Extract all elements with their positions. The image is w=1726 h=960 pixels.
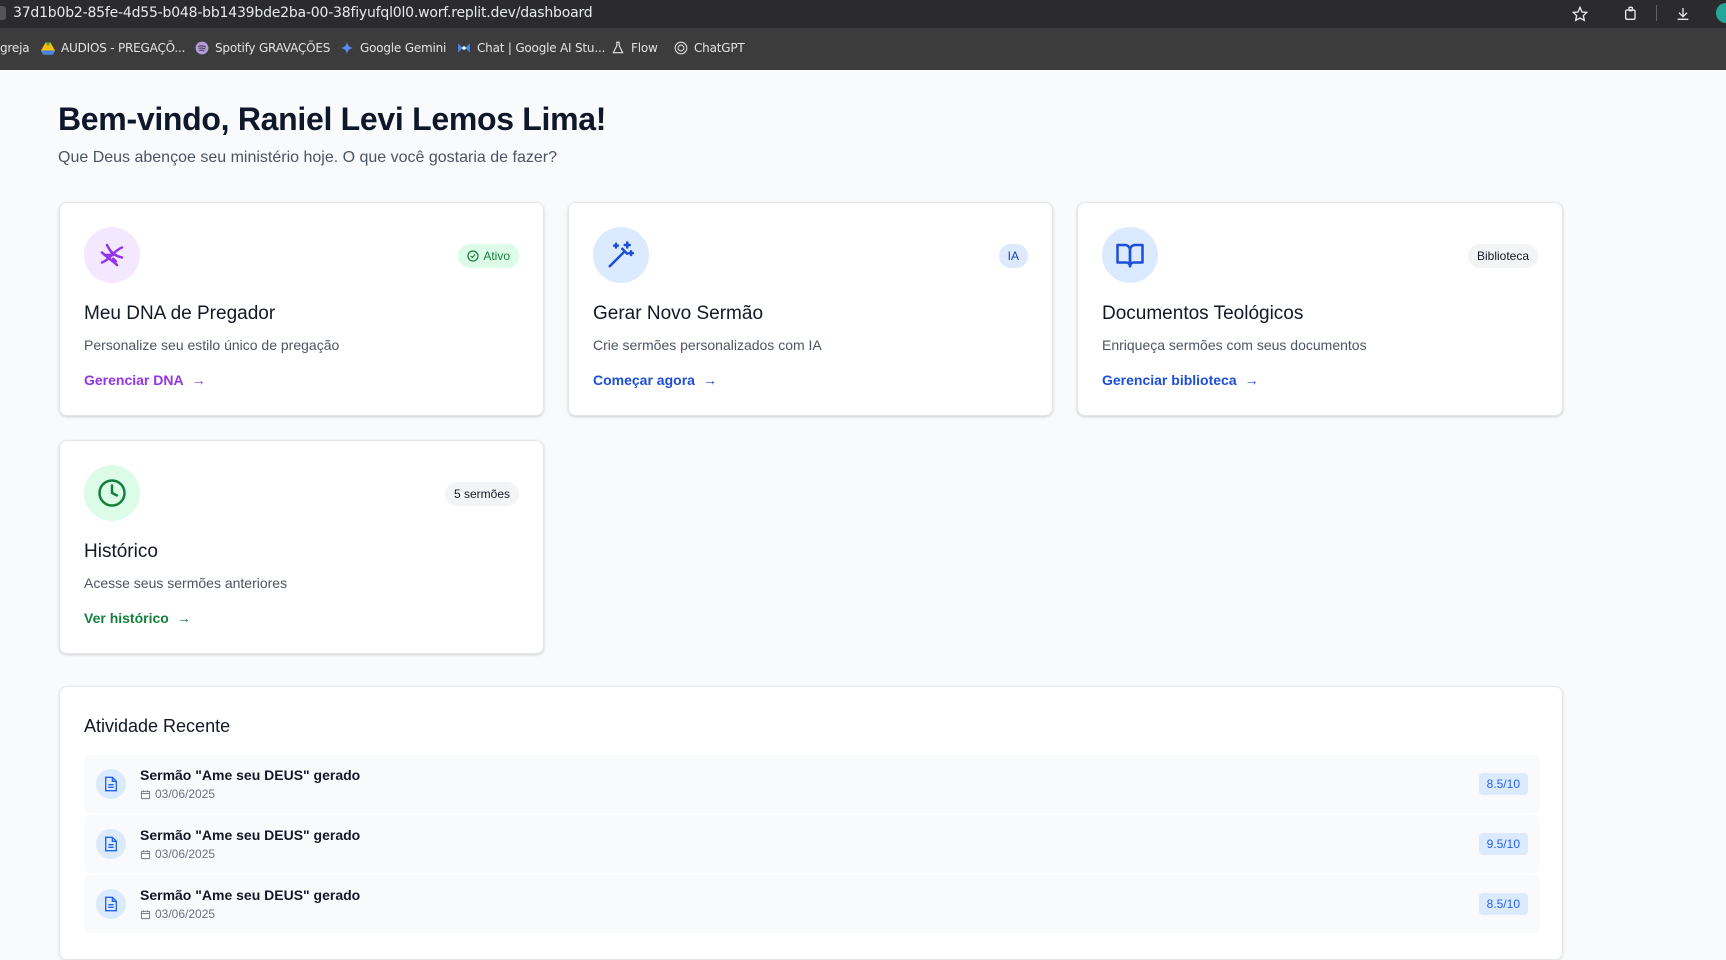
bookmark-star-icon[interactable]	[1569, 3, 1591, 25]
ai-badge: IA	[998, 244, 1028, 268]
flask-icon	[611, 41, 625, 55]
activity-item[interactable]: Sermão "Ame seu DEUS" gerado 03/06/2025 …	[84, 755, 1540, 813]
start-now-link[interactable]: Começar agora →	[593, 372, 717, 388]
section-title: Atividade Recente	[84, 716, 231, 736]
calendar-icon	[140, 909, 151, 920]
document-icon	[96, 769, 126, 799]
url-text[interactable]: 37d1b0b2-85fe-4d55-b048-bb1439bde2ba-00-…	[13, 5, 593, 21]
library-badge: Biblioteca	[1467, 244, 1538, 268]
calendar-icon	[140, 789, 151, 800]
clock-icon	[84, 465, 140, 521]
document-icon	[96, 889, 126, 919]
manage-library-link[interactable]: Gerenciar biblioteca →	[1102, 372, 1259, 388]
browser-address-bar: 37d1b0b2-85fe-4d55-b048-bb1439bde2ba-00-…	[0, 0, 1726, 28]
activity-item[interactable]: Sermão "Ame seu DEUS" gerado 03/06/2025 …	[84, 875, 1540, 933]
arrow-right-icon: →	[176, 610, 191, 626]
arrow-right-icon: →	[1244, 372, 1259, 388]
dna-card[interactable]: Ativo Meu DNA de Pregador Personalize se…	[59, 202, 544, 416]
badge-label: Ativo	[483, 249, 510, 263]
bookmark-item[interactable]: AUDIOS - PREGAÇÕ...	[41, 41, 185, 55]
score-badge: 8.5/10	[1478, 773, 1528, 795]
bookmark-item[interactable]: Flow	[611, 41, 658, 55]
google-drive-icon	[41, 41, 55, 55]
ai-studio-icon	[457, 41, 471, 55]
toolbar-divider	[1656, 5, 1657, 21]
bookmark-label: Chat | Google AI Stu...	[477, 41, 606, 55]
activity-name: Sermão "Ame seu DEUS" gerado	[140, 827, 361, 843]
download-icon[interactable]	[1672, 3, 1694, 25]
history-card[interactable]: 5 sermões Histórico Acesse seus sermões …	[59, 440, 544, 654]
card-description: Enriqueça sermões com seus documentos	[1102, 337, 1367, 353]
gemini-icon	[340, 41, 354, 55]
magic-wand-icon	[593, 227, 649, 283]
activity-name: Sermão "Ame seu DEUS" gerado	[140, 887, 361, 903]
bookmarks-bar: greja AUDIOS - PREGAÇÕ... Spotify GRAVAÇ…	[0, 28, 1726, 70]
recent-activity-panel: Atividade Recente Sermão "Ame seu DEUS" …	[59, 686, 1563, 960]
book-open-icon	[1102, 227, 1158, 283]
bookmark-item[interactable]: ChatGPT	[674, 41, 745, 55]
check-circle-icon	[467, 250, 479, 262]
bookmark-label: AUDIOS - PREGAÇÕ...	[61, 41, 186, 55]
calendar-icon	[140, 849, 151, 860]
new-sermon-card[interactable]: IA Gerar Novo Sermão Crie sermões person…	[568, 202, 1053, 416]
date-text: 03/06/2025	[155, 787, 216, 801]
activity-name: Sermão "Ame seu DEUS" gerado	[140, 767, 361, 783]
badge-label: Biblioteca	[1476, 249, 1529, 263]
bookmark-item[interactable]: Spotify GRAVAÇÕES	[195, 41, 330, 55]
score-badge: 8.5/10	[1478, 893, 1528, 915]
link-label: Gerenciar biblioteca	[1102, 372, 1237, 388]
card-description: Personalize seu estilo único de pregação	[84, 337, 340, 353]
arrow-right-icon: →	[191, 372, 206, 388]
link-label: Gerenciar DNA	[84, 372, 184, 388]
site-info-icon[interactable]	[0, 6, 6, 20]
page-subtitle: Que Deus abençoe seu ministério hoje. O …	[58, 149, 557, 166]
status-badge: Ativo	[458, 244, 519, 268]
activity-date: 03/06/2025	[140, 847, 215, 861]
arrow-right-icon: →	[702, 372, 717, 388]
bookmark-label: Flow	[631, 41, 658, 55]
profile-avatar[interactable]	[1716, 3, 1726, 23]
card-title: Meu DNA de Pregador	[84, 303, 276, 324]
bookmark-item[interactable]: Google Gemini	[340, 41, 446, 55]
card-title: Histórico	[84, 541, 158, 562]
bookmark-label: Google Gemini	[360, 41, 447, 55]
extensions-icon[interactable]	[1620, 3, 1642, 25]
score-badge: 9.5/10	[1478, 833, 1528, 855]
badge-label: IA	[1007, 249, 1019, 263]
documents-card[interactable]: Biblioteca Documentos Teológicos Enrique…	[1077, 202, 1563, 416]
bookmark-label: Spotify GRAVAÇÕES	[215, 41, 331, 55]
chatgpt-icon	[674, 41, 688, 55]
date-text: 03/06/2025	[155, 907, 216, 921]
sermon-count-badge: 5 sermões	[444, 482, 519, 506]
dna-icon	[84, 227, 140, 283]
card-title: Documentos Teológicos	[1102, 303, 1304, 324]
link-label: Começar agora	[593, 372, 695, 388]
bookmark-item[interactable]: greja	[0, 41, 30, 55]
view-history-link[interactable]: Ver histórico →	[84, 610, 191, 626]
badge-label: 5 sermões	[453, 487, 510, 501]
card-description: Acesse seus sermões anteriores	[84, 575, 288, 591]
bookmark-label: ChatGPT	[694, 41, 745, 55]
spotify-icon	[195, 41, 209, 55]
activity-item[interactable]: Sermão "Ame seu DEUS" gerado 03/06/2025 …	[84, 815, 1540, 873]
bookmark-label: greja	[0, 41, 30, 55]
link-label: Ver histórico	[84, 610, 169, 626]
bookmark-item[interactable]: Chat | Google AI Stu...	[457, 41, 605, 55]
card-description: Crie sermões personalizados com IA	[593, 337, 822, 353]
date-text: 03/06/2025	[155, 847, 216, 861]
activity-date: 03/06/2025	[140, 907, 215, 921]
manage-dna-link[interactable]: Gerenciar DNA →	[84, 372, 206, 388]
document-icon	[96, 829, 126, 859]
page-title: Bem-vindo, Raniel Levi Lemos Lima!	[58, 101, 607, 137]
card-title: Gerar Novo Sermão	[593, 303, 764, 324]
activity-date: 03/06/2025	[140, 787, 215, 801]
